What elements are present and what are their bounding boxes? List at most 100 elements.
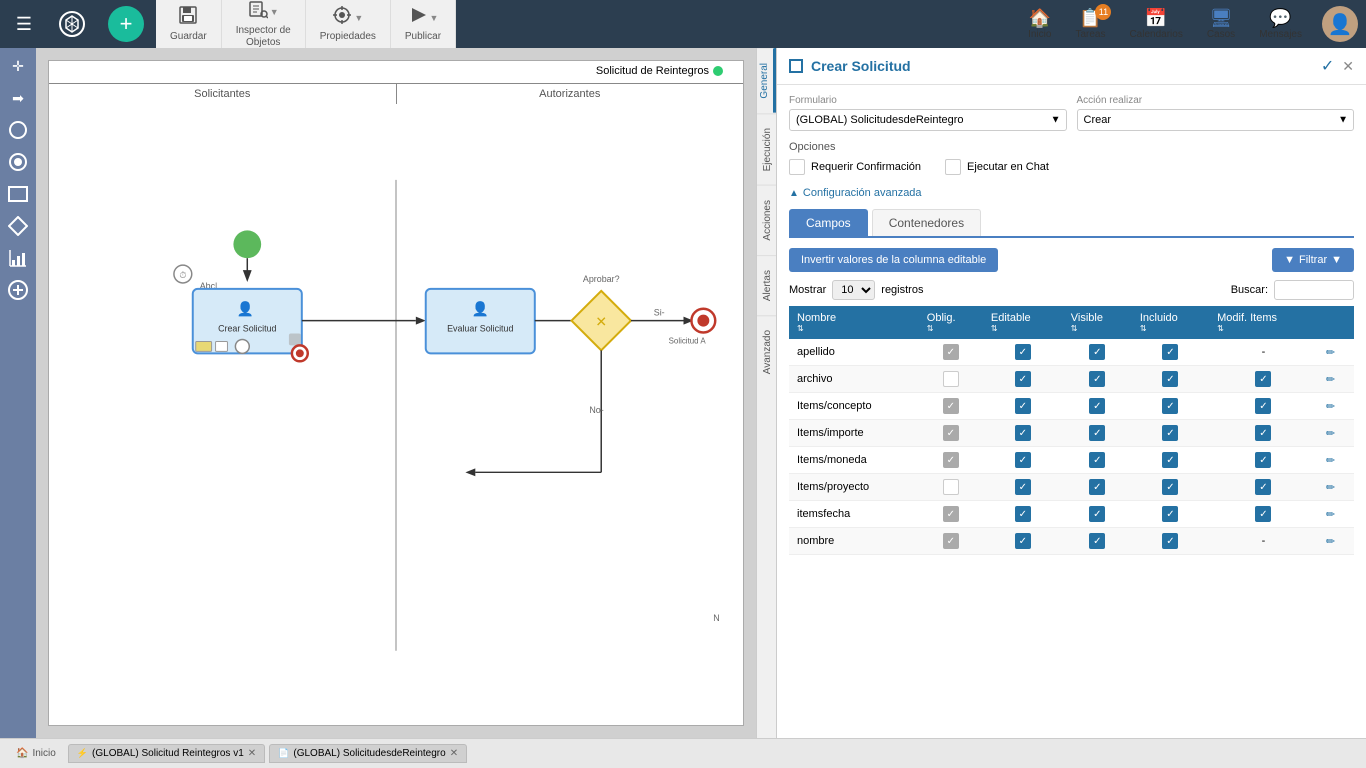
cell-oblig[interactable]: ✓	[919, 447, 983, 474]
publicar-tool[interactable]: ▼ Publicar	[391, 0, 456, 48]
cell-oblig[interactable]	[919, 474, 983, 501]
cell-visible[interactable]: ✓	[1063, 474, 1132, 501]
cell-editable[interactable]: ✓	[983, 501, 1063, 528]
cell-editable[interactable]: ✓	[983, 447, 1063, 474]
cell-incluido[interactable]: ✓	[1132, 474, 1209, 501]
tab-avanzado[interactable]: Avanzado	[757, 315, 776, 388]
hamburger-menu[interactable]: ☰	[0, 0, 48, 48]
cell-incluido[interactable]: ✓	[1132, 501, 1209, 528]
cell-incluido[interactable]: ✓	[1132, 393, 1209, 420]
tab-solicitudes-close[interactable]: ✕	[450, 748, 458, 759]
edit-icon[interactable]: ✏	[1326, 347, 1335, 359]
checkbox-requerir-input[interactable]	[789, 159, 805, 175]
cell-editable[interactable]: ✓	[983, 366, 1063, 393]
checkbox-chat-input[interactable]	[945, 159, 961, 175]
tab-campos[interactable]: Campos	[789, 209, 868, 236]
edit-icon[interactable]: ✏	[1326, 536, 1335, 548]
invert-button[interactable]: Invertir valores de la columna editable	[789, 248, 998, 272]
edit-icon[interactable]: ✏	[1326, 374, 1335, 386]
tool-move[interactable]: ✛	[4, 52, 32, 80]
config-avanzada-toggle[interactable]: ▲ Configuración avanzada	[789, 187, 1354, 199]
cell-editable[interactable]: ✓	[983, 393, 1063, 420]
cell-edit[interactable]: ✏	[1318, 474, 1354, 501]
cell-edit[interactable]: ✏	[1318, 339, 1354, 366]
col-editable[interactable]: Editable ⇅	[983, 306, 1063, 339]
cell-visible[interactable]: ✓	[1063, 366, 1132, 393]
cell-visible[interactable]: ✓	[1063, 339, 1132, 366]
accion-select[interactable]: Crear	[1077, 109, 1355, 131]
col-nombre[interactable]: Nombre ⇅	[789, 306, 919, 339]
tab-general[interactable]: General	[757, 48, 776, 113]
edit-icon[interactable]: ✏	[1326, 428, 1335, 440]
guardar-tool[interactable]: Guardar	[156, 0, 222, 48]
tab-ejecucion[interactable]: Ejecución	[757, 113, 776, 185]
nav-inicio[interactable]: 🏠 Inicio	[1016, 0, 1063, 48]
cell-oblig[interactable]	[919, 366, 983, 393]
user-avatar[interactable]: 👤	[1322, 6, 1358, 42]
nav-tareas[interactable]: 11 📋 Tareas	[1063, 0, 1117, 48]
cell-incluido[interactable]: ✓	[1132, 447, 1209, 474]
show-select[interactable]: 10	[832, 280, 875, 300]
tool-rectangle[interactable]	[4, 180, 32, 208]
col-modif[interactable]: Modif. Items ⇅	[1209, 306, 1318, 339]
title-checkbox[interactable]	[789, 59, 803, 73]
bottom-tab-solicitud[interactable]: ⚡ (GLOBAL) Solicitud Reintegros v1 ✕	[68, 744, 265, 763]
formulario-select[interactable]: (GLOBAL) SolicitudesdeReintegro	[789, 109, 1067, 131]
col-oblig[interactable]: Oblig. ⇅	[919, 306, 983, 339]
cell-oblig[interactable]: ✓	[919, 339, 983, 366]
cell-edit[interactable]: ✏	[1318, 393, 1354, 420]
cell-edit[interactable]: ✏	[1318, 420, 1354, 447]
tab-acciones[interactable]: Acciones	[757, 185, 776, 255]
col-visible[interactable]: Visible ⇅	[1063, 306, 1132, 339]
close-panel-icon[interactable]: ✕	[1342, 58, 1354, 75]
cell-incluido[interactable]: ✓	[1132, 420, 1209, 447]
bottom-home-label: Inicio	[32, 748, 55, 759]
cell-editable[interactable]: ✓	[983, 420, 1063, 447]
tool-circle-filled[interactable]	[4, 148, 32, 176]
cell-visible[interactable]: ✓	[1063, 447, 1132, 474]
tab-alertas[interactable]: Alertas	[757, 255, 776, 315]
tool-diamond[interactable]	[4, 212, 32, 240]
cell-visible[interactable]: ✓	[1063, 393, 1132, 420]
cell-oblig[interactable]: ✓	[919, 528, 983, 555]
cell-visible[interactable]: ✓	[1063, 501, 1132, 528]
propiedades-tool[interactable]: ▼ Propiedades	[306, 0, 391, 48]
edit-icon[interactable]: ✏	[1326, 482, 1335, 494]
cell-incluido[interactable]: ✓	[1132, 528, 1209, 555]
nav-casos[interactable]: 🖥 Casos	[1195, 0, 1247, 48]
tool-chart[interactable]	[4, 244, 32, 272]
bottom-home-tab[interactable]: 🏠 Inicio	[8, 745, 64, 762]
tab-contenedores[interactable]: Contenedores	[872, 209, 981, 236]
cell-edit[interactable]: ✏	[1318, 366, 1354, 393]
cell-incluido[interactable]: ✓	[1132, 339, 1209, 366]
tool-arrow-right[interactable]: ➡	[4, 84, 32, 112]
col-incluido[interactable]: Incluido ⇅	[1132, 306, 1209, 339]
inspector-tool[interactable]: ▼ Inspector deObjetos	[222, 0, 306, 48]
cell-edit[interactable]: ✏	[1318, 447, 1354, 474]
edit-icon[interactable]: ✏	[1326, 401, 1335, 413]
canvas-area[interactable]: Solicitud de Reintegros Solicitantes Aut…	[36, 48, 756, 738]
cell-editable[interactable]: ✓	[983, 528, 1063, 555]
cell-oblig[interactable]: ✓	[919, 420, 983, 447]
confirm-icon[interactable]: ✓	[1321, 56, 1334, 76]
cell-oblig[interactable]: ✓	[919, 501, 983, 528]
add-button[interactable]: +	[108, 6, 144, 42]
tool-add-shape[interactable]	[4, 276, 32, 304]
bottom-tab-solicitudes[interactable]: 📄 (GLOBAL) SolicitudesdeReintegro ✕	[269, 744, 467, 763]
filter-button[interactable]: ▼ Filtrar ▼	[1272, 248, 1354, 272]
cell-edit[interactable]: ✏	[1318, 528, 1354, 555]
edit-icon[interactable]: ✏	[1326, 509, 1335, 521]
search-input[interactable]	[1274, 280, 1354, 300]
cell-incluido[interactable]: ✓	[1132, 366, 1209, 393]
tool-circle[interactable]	[4, 116, 32, 144]
cell-edit[interactable]: ✏	[1318, 501, 1354, 528]
cell-visible[interactable]: ✓	[1063, 528, 1132, 555]
cell-visible[interactable]: ✓	[1063, 420, 1132, 447]
edit-icon[interactable]: ✏	[1326, 455, 1335, 467]
cell-editable[interactable]: ✓	[983, 339, 1063, 366]
nav-mensajes[interactable]: 💬 Mensajes	[1247, 0, 1314, 48]
nav-calendarios[interactable]: 📅 Calendarios	[1117, 0, 1194, 48]
tab-solicitud-close[interactable]: ✕	[248, 748, 256, 759]
cell-oblig[interactable]: ✓	[919, 393, 983, 420]
cell-editable[interactable]: ✓	[983, 474, 1063, 501]
